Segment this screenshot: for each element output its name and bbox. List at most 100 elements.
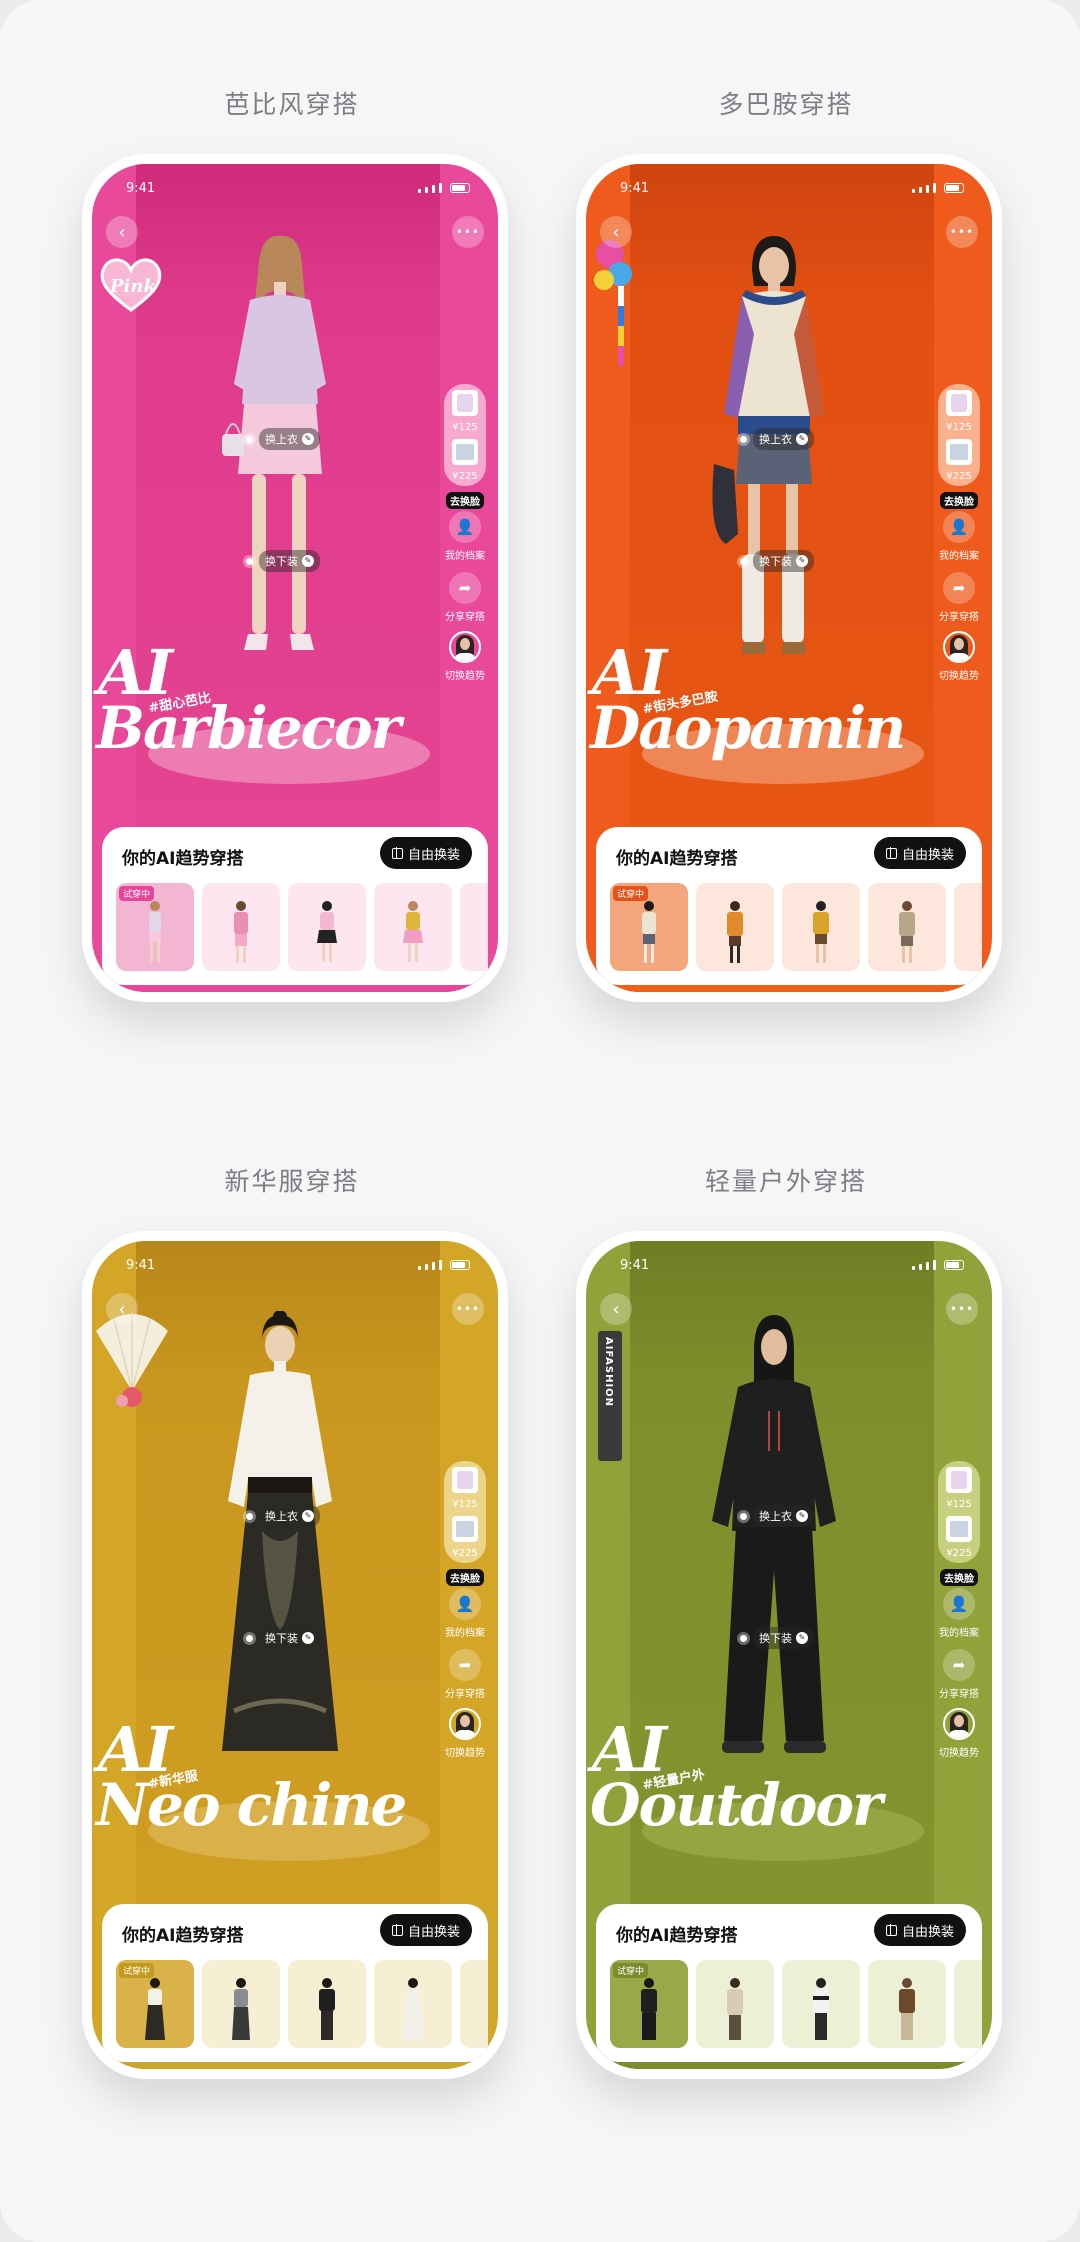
hotspot-dot [246,435,253,443]
outfit-strip: 试穿中 [610,1960,982,2048]
outfit-thumb[interactable] [288,1960,366,2048]
item-card[interactable]: ¥125 ¥225 [444,384,486,486]
outfit-thumb[interactable] [782,1960,860,2048]
free-dress-button[interactable]: 自由换装 [379,1914,472,1946]
top-item-thumb [946,1467,972,1493]
go-face-swap-badge[interactable]: 去换脸 [446,1569,484,1586]
profile-icon[interactable]: 👤 [449,1588,481,1620]
status-icons [912,1260,964,1270]
more-button[interactable]: ••• [452,216,484,248]
profile-label: 我的档案 [445,1628,485,1639]
hotspot-top[interactable]: 换上衣 ✎ [246,1505,320,1527]
outfit-thumb[interactable]: 试穿中 [116,883,194,971]
battery-icon [944,1260,964,1270]
bottom-price: ¥225 [452,471,478,482]
hotspot-top[interactable]: 换上衣 ✎ [740,428,814,450]
outfit-thumb[interactable] [374,1960,452,2048]
hotspot-dot [740,557,747,565]
free-dress-button[interactable]: 自由换装 [379,837,472,869]
go-face-swap-badge[interactable]: 去换脸 [940,1569,978,1586]
outfit-thumb[interactable]: 试穿中 [116,1960,194,2048]
outfit-thumb[interactable] [954,883,982,971]
outfit-thumb[interactable] [954,1960,982,2048]
free-dress-button[interactable]: 自由换装 [873,1914,966,1946]
top-price: ¥125 [452,422,478,433]
share-label: 分享穿搭 [445,1689,485,1700]
hotspot-bottom-label: 换下装 [759,555,792,568]
hotspot-dot [246,557,253,565]
bottom-price: ¥225 [946,471,972,482]
switch-trend-avatar[interactable] [449,631,481,663]
hotspot-bottom[interactable]: 换下装 ✎ [740,1627,814,1649]
back-button[interactable]: ‹ [106,216,138,248]
switch-label: 切换趋势 [445,1748,485,1759]
battery-icon [944,183,964,193]
outfit-thumb[interactable] [460,1960,488,2048]
outfit-thumb[interactable] [868,1960,946,2048]
share-icon[interactable]: ➦ [943,572,975,604]
outfit-thumb[interactable] [288,883,366,971]
outfit-strip: 试穿中 [116,883,488,971]
switch-trend-avatar[interactable] [943,631,975,663]
bottom-price: ¥225 [452,1548,478,1559]
hotspot-bottom[interactable]: 换下装 ✎ [246,550,320,572]
more-button[interactable]: ••• [946,1293,978,1325]
outfit-panel: 你的AI趋势穿搭 自由换装 试穿中 [596,827,982,985]
edit-icon: ✎ [796,555,808,567]
share-icon[interactable]: ➦ [449,1649,481,1681]
more-button[interactable]: ••• [452,1293,484,1325]
bottom-item-thumb [452,1516,478,1542]
profile-icon[interactable]: 👤 [943,511,975,543]
outfit-thumb[interactable]: 试穿中 [610,1960,688,2048]
grid-icon [391,1924,403,1936]
profile-icon[interactable]: 👤 [943,1588,975,1620]
go-face-swap-badge[interactable]: 去换脸 [446,492,484,509]
outfit-thumb[interactable] [202,1960,280,2048]
go-face-swap-badge[interactable]: 去换脸 [940,492,978,509]
outfit-thumb[interactable] [202,883,280,971]
hotspot-bottom[interactable]: 换下装 ✎ [246,1627,320,1649]
top-item-thumb [452,1467,478,1493]
edit-icon: ✎ [796,433,808,445]
outfit-thumb[interactable] [782,883,860,971]
outfit-thumb[interactable] [460,883,488,971]
profile-icon[interactable]: 👤 [449,511,481,543]
profile-label: 我的档案 [939,1628,979,1639]
more-button[interactable]: ••• [946,216,978,248]
outfit-strip: 试穿中 [116,1960,488,2048]
hotspot-bottom[interactable]: 换下装 ✎ [740,550,814,572]
hotspot-top[interactable]: 换上衣 ✎ [246,428,320,450]
switch-trend-avatar[interactable] [943,1708,975,1740]
back-button[interactable]: ‹ [106,1293,138,1325]
hotspot-dot [246,1634,253,1642]
outfit-thumb[interactable]: 试穿中 [610,883,688,971]
bottom-item-thumb [946,1516,972,1542]
hotspot-bottom-label: 换下装 [265,555,298,568]
free-dress-button[interactable]: 自由换装 [873,837,966,869]
outfit-thumb[interactable] [868,883,946,971]
switch-trend-avatar[interactable] [449,1708,481,1740]
outfit-thumb[interactable] [374,883,452,971]
top-item-thumb [452,390,478,416]
screen: 9:41 ‹ ••• 换上衣 ✎ 换下装 ✎ ¥125 ¥225 去换脸 👤 我… [92,1241,498,2069]
phone-outdoor: AIFASHION 9:41 ‹ ••• 换上衣 ✎ 换下装 ✎ ¥125 ¥2… [576,1231,1002,2079]
profile-label: 我的档案 [445,551,485,562]
back-button[interactable]: ‹ [600,1293,632,1325]
back-button[interactable]: ‹ [600,216,632,248]
model-figure [222,235,326,650]
item-card[interactable]: ¥125 ¥225 [444,1461,486,1563]
model-figure [712,236,824,654]
status-icons [418,183,470,193]
outfit-thumb[interactable] [696,883,774,971]
edit-icon: ✎ [302,1632,314,1644]
screen: 9:41 ‹ ••• 换上衣 ✎ 换下装 ✎ ¥125 ¥225 去换脸 👤 我… [586,164,992,992]
hotspot-top[interactable]: 换上衣 ✎ [740,1505,814,1527]
status-time: 9:41 [126,181,156,196]
item-card[interactable]: ¥125 ¥225 [938,384,980,486]
outfit-thumb[interactable] [696,1960,774,2048]
switch-label: 切换趋势 [939,1748,979,1759]
item-card[interactable]: ¥125 ¥225 [938,1461,980,1563]
share-icon[interactable]: ➦ [943,1649,975,1681]
trend-word: Barbiecor [96,694,401,762]
share-icon[interactable]: ➦ [449,572,481,604]
